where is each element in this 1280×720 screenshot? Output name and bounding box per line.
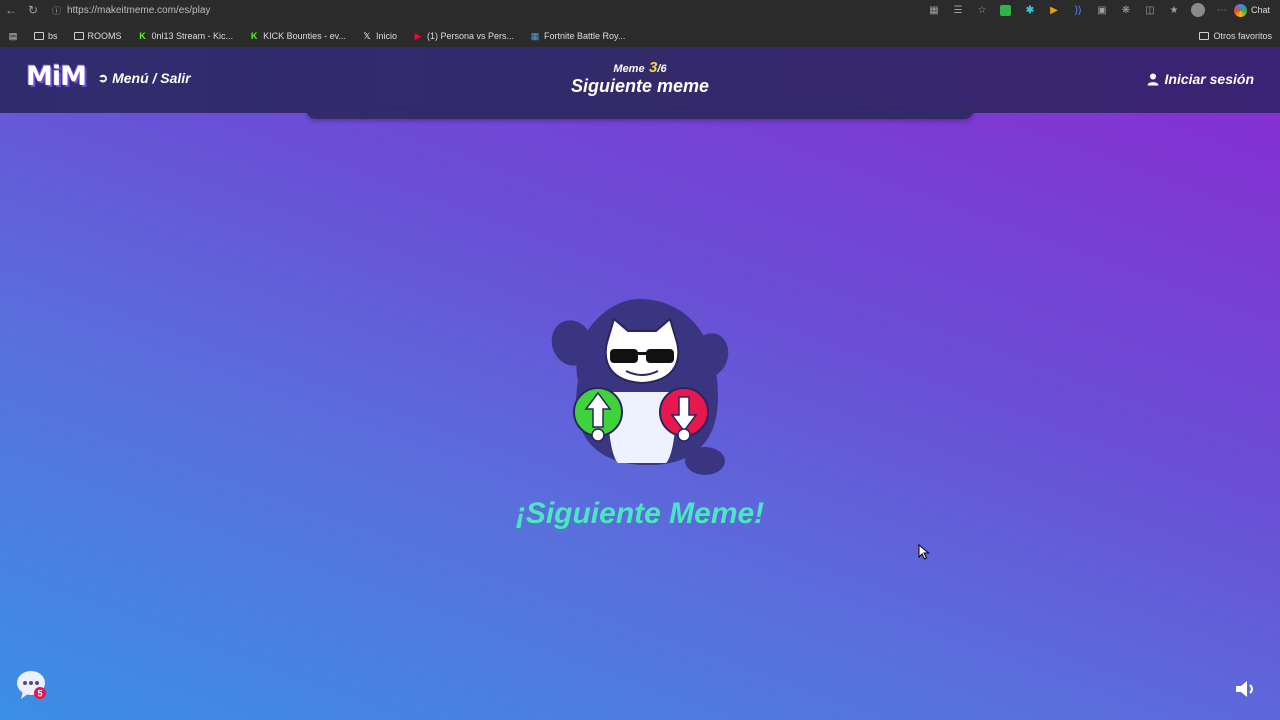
chat-button[interactable]: 5: [15, 669, 49, 701]
login-button[interactable]: Iniciar sesión: [1147, 71, 1254, 87]
bookmarks-bar: ▤ bs ROOMS K 0nl13 Stream - Kic... K KICK …: [0, 25, 1280, 47]
bookmark-item[interactable]: ▶ (1) Persona vs Pers...: [405, 25, 522, 47]
bookmark-item[interactable]: 𝕏 Inicio: [354, 25, 405, 47]
bookmark-label: (1) Persona vs Pers...: [426, 31, 514, 41]
extension-play-icon[interactable]: ▶: [1042, 0, 1066, 20]
header-tab: [306, 109, 974, 119]
bookmark-label: KICK Bounties - ev...: [263, 31, 346, 41]
round-counter: Meme 3/6 Siguiente meme: [560, 59, 720, 97]
profile-icon[interactable]: [1186, 0, 1210, 20]
exit-icon: ➲: [98, 71, 109, 85]
split-screen-icon[interactable]: ◫: [1138, 0, 1162, 20]
browser-extensions: ▦ ☰ ☆ ✱ ▶ )) ▣ ❋ ◫ ★ ⋯ Chat: [922, 0, 1280, 20]
mouse-cursor-icon: [918, 544, 930, 560]
app-logo[interactable]: MiM: [26, 61, 87, 92]
next-meme-text: ¡Siguiente Meme!: [515, 497, 765, 530]
extension-green-icon[interactable]: [994, 0, 1018, 20]
favorites-icon[interactable]: ★: [1162, 0, 1186, 20]
star-icon[interactable]: ☆: [970, 0, 994, 20]
fortnite-icon: ▦: [530, 30, 540, 41]
game-page: MiM ➲ Menú / Salir Meme 3/6 Siguiente me…: [0, 47, 1280, 720]
copilot-icon: [1233, 3, 1247, 17]
site-info-icon[interactable]: ⓘ: [52, 4, 61, 17]
copilot-chat-button[interactable]: Chat: [1233, 3, 1280, 17]
bookmark-item[interactable]: K KICK Bounties - ev...: [241, 25, 354, 47]
back-icon[interactable]: ←: [0, 0, 22, 20]
page-title: Siguiente meme: [570, 76, 710, 96]
counter-total: /6: [657, 63, 667, 75]
bookmark-label: ROOMS: [87, 31, 122, 41]
chat-bubble-icon: 5: [17, 671, 46, 699]
bookmark-label: 0nl13 Stream - Kic...: [151, 31, 234, 41]
counter-prefix: Meme: [613, 63, 645, 75]
sidebar-icon: ▤: [8, 30, 18, 41]
bookmark-item[interactable]: K 0nl13 Stream - Kic...: [130, 25, 242, 47]
other-bookmarks[interactable]: Otros favoritos: [1199, 25, 1272, 47]
extension-box-icon[interactable]: ▣: [1090, 0, 1114, 20]
speaker-icon[interactable]: [1234, 680, 1256, 698]
x-icon: 𝕏: [363, 30, 371, 41]
bookmark-label: bs: [48, 31, 58, 41]
extension-audio-icon[interactable]: )): [1066, 0, 1090, 20]
sidebar-toggle[interactable]: ▤: [0, 25, 26, 47]
apps-icon[interactable]: ▦: [922, 0, 946, 20]
bookmark-item[interactable]: ROOMS: [66, 25, 130, 47]
extension-teal-icon[interactable]: ✱: [1018, 0, 1042, 20]
folder-icon: [1199, 32, 1210, 40]
cat-mascot-icon: [551, 298, 729, 475]
more-icon[interactable]: ⋯: [1210, 0, 1234, 20]
folder-icon: [73, 32, 84, 40]
kick-icon: K: [139, 31, 146, 41]
login-label: Iniciar sesión: [1164, 71, 1254, 87]
address-bar[interactable]: ⓘ https://makeitmeme.com/es/play: [52, 1, 922, 19]
menu-exit-label: Menú / Salir: [112, 70, 191, 86]
bookmark-item[interactable]: ▦ Fortnite Battle Roy...: [522, 25, 633, 47]
youtube-icon: ▶: [414, 30, 422, 41]
translate-icon[interactable]: ☰: [946, 0, 970, 20]
extensions-icon[interactable]: ❋: [1114, 0, 1138, 20]
user-icon: [1147, 73, 1159, 85]
other-bookmarks-label: Otros favoritos: [1213, 31, 1272, 41]
kick-icon: K: [250, 31, 258, 41]
game-header: MiM ➲ Menú / Salir Meme 3/6 Siguiente me…: [0, 47, 1280, 113]
chat-badge: 5: [37, 689, 42, 699]
bookmark-label: Fortnite Battle Roy...: [544, 31, 626, 41]
bookmark-label: Inicio: [375, 31, 397, 41]
folder-icon: [34, 32, 44, 40]
menu-exit-button[interactable]: ➲ Menú / Salir: [98, 70, 191, 86]
bookmark-item[interactable]: bs: [26, 25, 66, 47]
url-text: https://makeitmeme.com/es/play: [67, 4, 211, 16]
reload-icon[interactable]: ↻: [22, 0, 44, 20]
chat-label: Chat: [1250, 5, 1270, 15]
